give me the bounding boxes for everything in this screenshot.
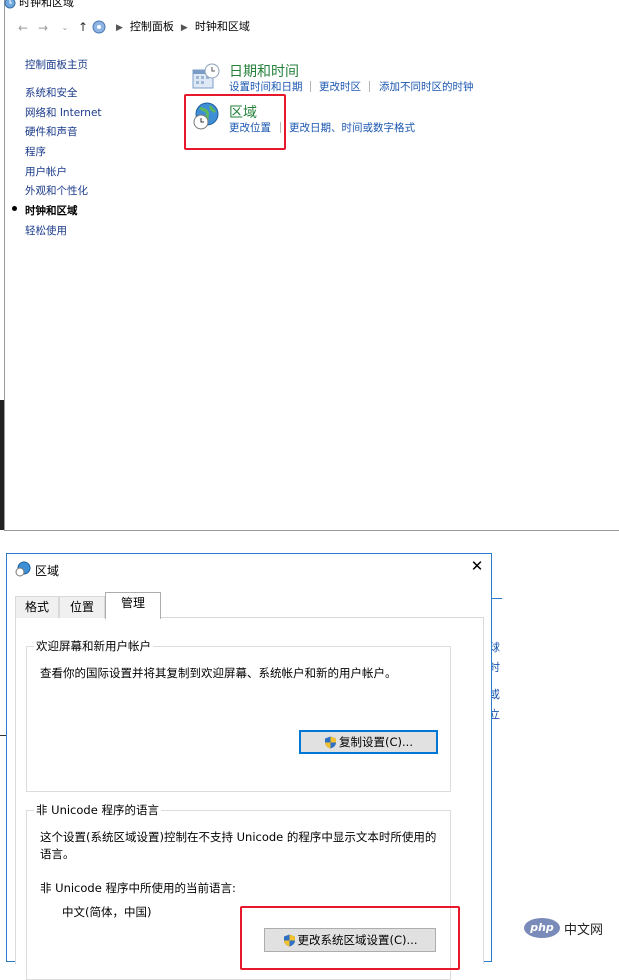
breadcrumb-clock-region[interactable]: 时钟和区域 (195, 20, 250, 33)
sidebar-item-clock-region[interactable]: 时钟和区域 (25, 203, 78, 218)
watermark-text: 中文网 (564, 923, 604, 938)
clock-globe-icon (4, 0, 16, 9)
sidebar-item-home[interactable]: 控制面板主页 (25, 57, 88, 72)
link-change-formats[interactable]: 更改日期、时间或数字格式 (289, 120, 415, 135)
link-set-time-date[interactable]: 设置时间和日期 (229, 79, 303, 94)
breadcrumb-separator-icon: ▶ (180, 23, 188, 33)
breadcrumb-control-panel[interactable]: 控制面板 (130, 20, 174, 33)
region-dialog: 区域 ✕ 欢迎屏幕和新用户帐户 查看你的国际设置并将其复制到欢迎屏幕、系统帐户和… (6, 553, 492, 980)
tab-location[interactable]: 位置 (59, 596, 105, 618)
non-unicode-description: 这个设置(系统区域设置)控制在不支持 Unicode 的程序中显示文本时所使用的… (40, 830, 437, 861)
sidebar-item-network[interactable]: 网络和 Internet (25, 105, 102, 120)
sidebar-item-programs[interactable]: 程序 (25, 144, 46, 159)
sidebar-item-appearance[interactable]: 外观和个性化 (25, 183, 88, 198)
sidebar-item-ease-of-access[interactable]: 轻松使用 (25, 223, 67, 238)
php-logo: php (524, 918, 560, 938)
welcome-description: 查看你的国际设置并将其复制到欢迎屏幕、系统帐户和新的用户帐户。 (40, 666, 397, 680)
breadcrumb-separator-icon: ▶ (116, 23, 123, 33)
uac-shield-icon (325, 736, 336, 749)
region-dialog-icon (15, 561, 31, 577)
control-panel-window (4, 0, 619, 531)
tab-administrative[interactable]: 管理 (105, 592, 161, 619)
window-title: 时钟和区域 (4, 0, 74, 9)
category-title-date-time[interactable]: 日期和时间 (229, 61, 299, 81)
sidebar-item-user-accounts[interactable]: 用户帐户 (25, 164, 67, 179)
link-separator (310, 81, 311, 92)
group-title-non-unicode: 非 Unicode 程序的语言 (34, 802, 161, 818)
control-panel-icon (92, 20, 106, 34)
back-arrow-icon[interactable]: ← (16, 21, 30, 35)
sidebar-item-system-security[interactable]: 系统和安全 (25, 85, 78, 100)
window-title-text: 时钟和区域 (19, 0, 74, 9)
link-change-time-zone[interactable]: 更改时区 (319, 79, 361, 94)
close-icon[interactable]: ✕ (469, 558, 485, 574)
group-title-welcome: 欢迎屏幕和新用户帐户 (34, 638, 153, 654)
date-time-icon (192, 63, 220, 89)
sidebar-item-hardware-sound[interactable]: 硬件和声音 (25, 124, 78, 139)
link-separator (369, 81, 370, 92)
highlight-box-system-locale (240, 906, 460, 970)
current-language-label: 非 Unicode 程序中所使用的当前语言: (40, 881, 236, 895)
active-item-bullet (12, 206, 17, 211)
recent-pages-chevron-icon[interactable]: ⌄ (58, 21, 72, 35)
forward-arrow-icon[interactable]: → (36, 21, 50, 35)
background-window-edge (0, 400, 4, 530)
copy-settings-button[interactable]: 复制设置(C)... (299, 730, 438, 754)
highlight-box-region (184, 94, 286, 150)
dialog-title: 区域 (35, 564, 60, 578)
up-arrow-icon[interactable]: ↑ (76, 20, 90, 34)
current-language-value: 中文(简体，中国) (62, 905, 152, 919)
address-bar[interactable]: ▶ 控制面板 ▶ 时钟和区域 (92, 17, 612, 37)
copy-settings-label: 复制设置(C)... (339, 735, 413, 749)
link-add-clocks[interactable]: 添加不同时区的时钟 (379, 79, 474, 94)
tab-formats[interactable]: 格式 (15, 596, 59, 618)
